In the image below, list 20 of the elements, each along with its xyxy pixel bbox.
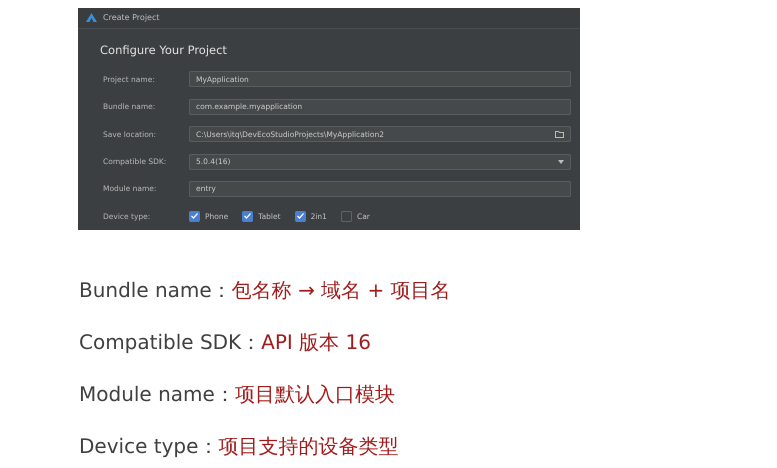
app-logo-icon [86, 13, 97, 22]
checkbox[interactable] [294, 210, 306, 222]
note-explanation: API 版本 16 [261, 330, 371, 354]
note-term: Bundle name： [79, 278, 232, 302]
note-explanation: 项目支持的设备类型 [218, 434, 398, 458]
caret-icon[interactable] [558, 160, 564, 164]
checkbox[interactable] [189, 210, 200, 222]
window-title: Create Project [103, 13, 160, 22]
note-explanation: 项目默认入口模块 [234, 382, 395, 406]
check-icon [296, 213, 304, 220]
folder-icon[interactable] [555, 130, 564, 138]
check-icon [244, 213, 252, 220]
note-explanation: 包名称 → 域名 + 项目名 [232, 278, 451, 302]
note-term: Compatible SDK： [79, 330, 262, 354]
checkbox[interactable] [340, 210, 352, 222]
note-term: Module name： [79, 382, 235, 406]
dialog-heading: Configure Your Project [100, 42, 228, 57]
note-term: Device type： [79, 434, 218, 458]
check-icon [191, 213, 198, 220]
checkbox[interactable] [242, 210, 254, 222]
